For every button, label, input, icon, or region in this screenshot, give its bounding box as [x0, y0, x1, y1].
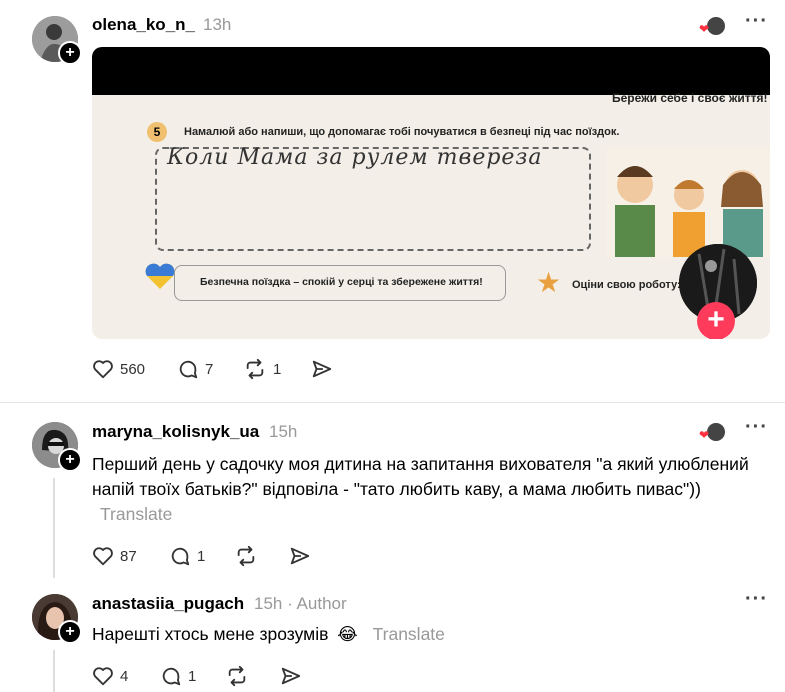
post-image[interactable]: Бережи себе і своє життя! 5 Намалюй або …: [92, 47, 770, 339]
post-time: 13h: [203, 15, 232, 34]
post-username[interactable]: olena_ko_n_: [92, 15, 195, 35]
author-tag: · Author: [287, 594, 347, 613]
send-icon: [290, 547, 310, 565]
share-button[interactable]: [279, 665, 303, 687]
reply-time: 15h: [254, 594, 283, 613]
reply-text-block: Нарешті хтось мене зрозумів 😂 Translate: [92, 622, 782, 647]
add-story-button[interactable]: +: [697, 302, 735, 339]
heart-badge-icon: ❤: [699, 22, 710, 36]
repost-button[interactable]: [225, 665, 249, 687]
divider: [0, 402, 785, 403]
star-icon: ★: [536, 267, 562, 298]
share-button[interactable]: [288, 545, 312, 567]
laughing-emoji: 😂: [337, 624, 358, 644]
comment-icon: [162, 667, 181, 686]
thread-line: [53, 650, 55, 692]
reply-text: Перший день у садочку моя дитина на запи…: [92, 454, 749, 499]
liked-by-avatar: [707, 17, 725, 35]
send-icon: [281, 667, 301, 685]
repost-button[interactable]: [234, 545, 258, 567]
reply-time-author: 15h · Author: [254, 594, 347, 614]
repost-icon: [246, 358, 264, 380]
heart-icon: [93, 547, 113, 566]
like-count: 560: [120, 360, 146, 378]
reply-text: Нарешті хтось мене зрозумів: [92, 624, 329, 644]
more-options-icon[interactable]: ···: [745, 416, 768, 439]
image-top-bar: [92, 47, 770, 95]
share-button[interactable]: [310, 358, 334, 380]
image-banner-top-right: Бережи себе і своє життя!: [612, 91, 768, 105]
comment-icon: [171, 547, 190, 566]
like-button[interactable]: 4: [92, 665, 128, 687]
reply-time: 15h: [269, 422, 298, 441]
comment-button[interactable]: 1: [160, 665, 196, 687]
ukraine-heart-icon: [145, 263, 175, 289]
slogan-text: Безпечна поїздка – спокій у серці та збе…: [200, 276, 483, 288]
send-icon: [312, 360, 332, 378]
handwriting-answer: Коли Мама за рулем тверезa: [167, 145, 543, 170]
repost-button[interactable]: 1: [243, 358, 281, 380]
heart-badge-icon: ❤: [699, 428, 710, 442]
like-count: 87: [120, 547, 137, 565]
more-options-icon[interactable]: ···: [745, 10, 768, 33]
like-count: 4: [120, 667, 129, 685]
repost-icon: [228, 665, 246, 687]
comment-button[interactable]: 1: [169, 545, 205, 567]
rate-label: Оціни свою роботу:: [572, 279, 681, 291]
follow-plus-icon[interactable]: +: [58, 41, 82, 65]
heart-icon: [93, 667, 113, 686]
reply-text-block: Перший день у садочку моя дитина на запи…: [92, 452, 782, 527]
comment-count: 1: [188, 667, 197, 685]
like-button[interactable]: 560: [92, 358, 145, 380]
follow-plus-icon[interactable]: +: [58, 448, 82, 472]
comment-count: 7: [205, 360, 214, 378]
comment-count: 1: [197, 547, 206, 565]
thread-line: [53, 478, 55, 578]
reply-username[interactable]: maryna_kolisnyk_ua: [92, 422, 259, 442]
more-options-icon[interactable]: ···: [745, 588, 768, 611]
task-text: Намалюй або напиши, що допомагає тобі по…: [184, 126, 620, 138]
liked-by-avatar: [707, 423, 725, 441]
repost-icon: [237, 545, 255, 567]
repost-count: 1: [273, 360, 282, 378]
reply-username[interactable]: anastasiia_pugach: [92, 594, 244, 614]
translate-link[interactable]: Translate: [373, 624, 445, 644]
follow-plus-icon[interactable]: +: [58, 620, 82, 644]
comment-button[interactable]: 7: [177, 358, 213, 380]
translate-link[interactable]: Translate: [100, 504, 172, 524]
heart-icon: [93, 360, 113, 379]
family-illustration: [607, 147, 770, 257]
task-number-badge: 5: [147, 122, 167, 142]
like-button[interactable]: 87: [92, 545, 137, 567]
comment-icon: [179, 360, 198, 379]
